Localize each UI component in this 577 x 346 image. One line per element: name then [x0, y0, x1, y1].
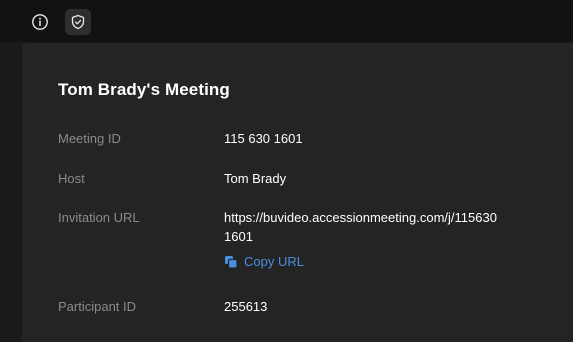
participant-id-label: Participant ID [58, 299, 137, 314]
meeting-title: Tom Brady's Meeting [58, 80, 230, 99]
host-label: Host [58, 171, 85, 186]
invitation-url-label: Invitation URL [58, 210, 140, 225]
meeting-info-card: Tom Brady's Meeting Meeting ID 115 630 1… [22, 43, 573, 342]
host-value: Tom Brady [224, 171, 287, 186]
shield-check-icon [71, 14, 85, 30]
info-button[interactable] [27, 9, 53, 35]
meeting-info-window: Tom Brady's Meeting Meeting ID 115 630 1… [0, 0, 573, 342]
info-icon [32, 14, 48, 30]
copy-url-button[interactable]: Copy URL [224, 254, 304, 269]
meeting-id-label: Meeting ID [58, 131, 121, 146]
invitation-url-value: https://buvideo.accessionmeeting.com/j/1… [224, 210, 497, 244]
copy-icon [225, 255, 238, 269]
copy-url-label: Copy URL [244, 254, 304, 269]
participant-id-value: 255613 [224, 299, 268, 314]
security-button[interactable] [65, 9, 91, 35]
top-toolbar [0, 0, 573, 42]
meeting-id-value: 115 630 1601 [224, 131, 303, 146]
